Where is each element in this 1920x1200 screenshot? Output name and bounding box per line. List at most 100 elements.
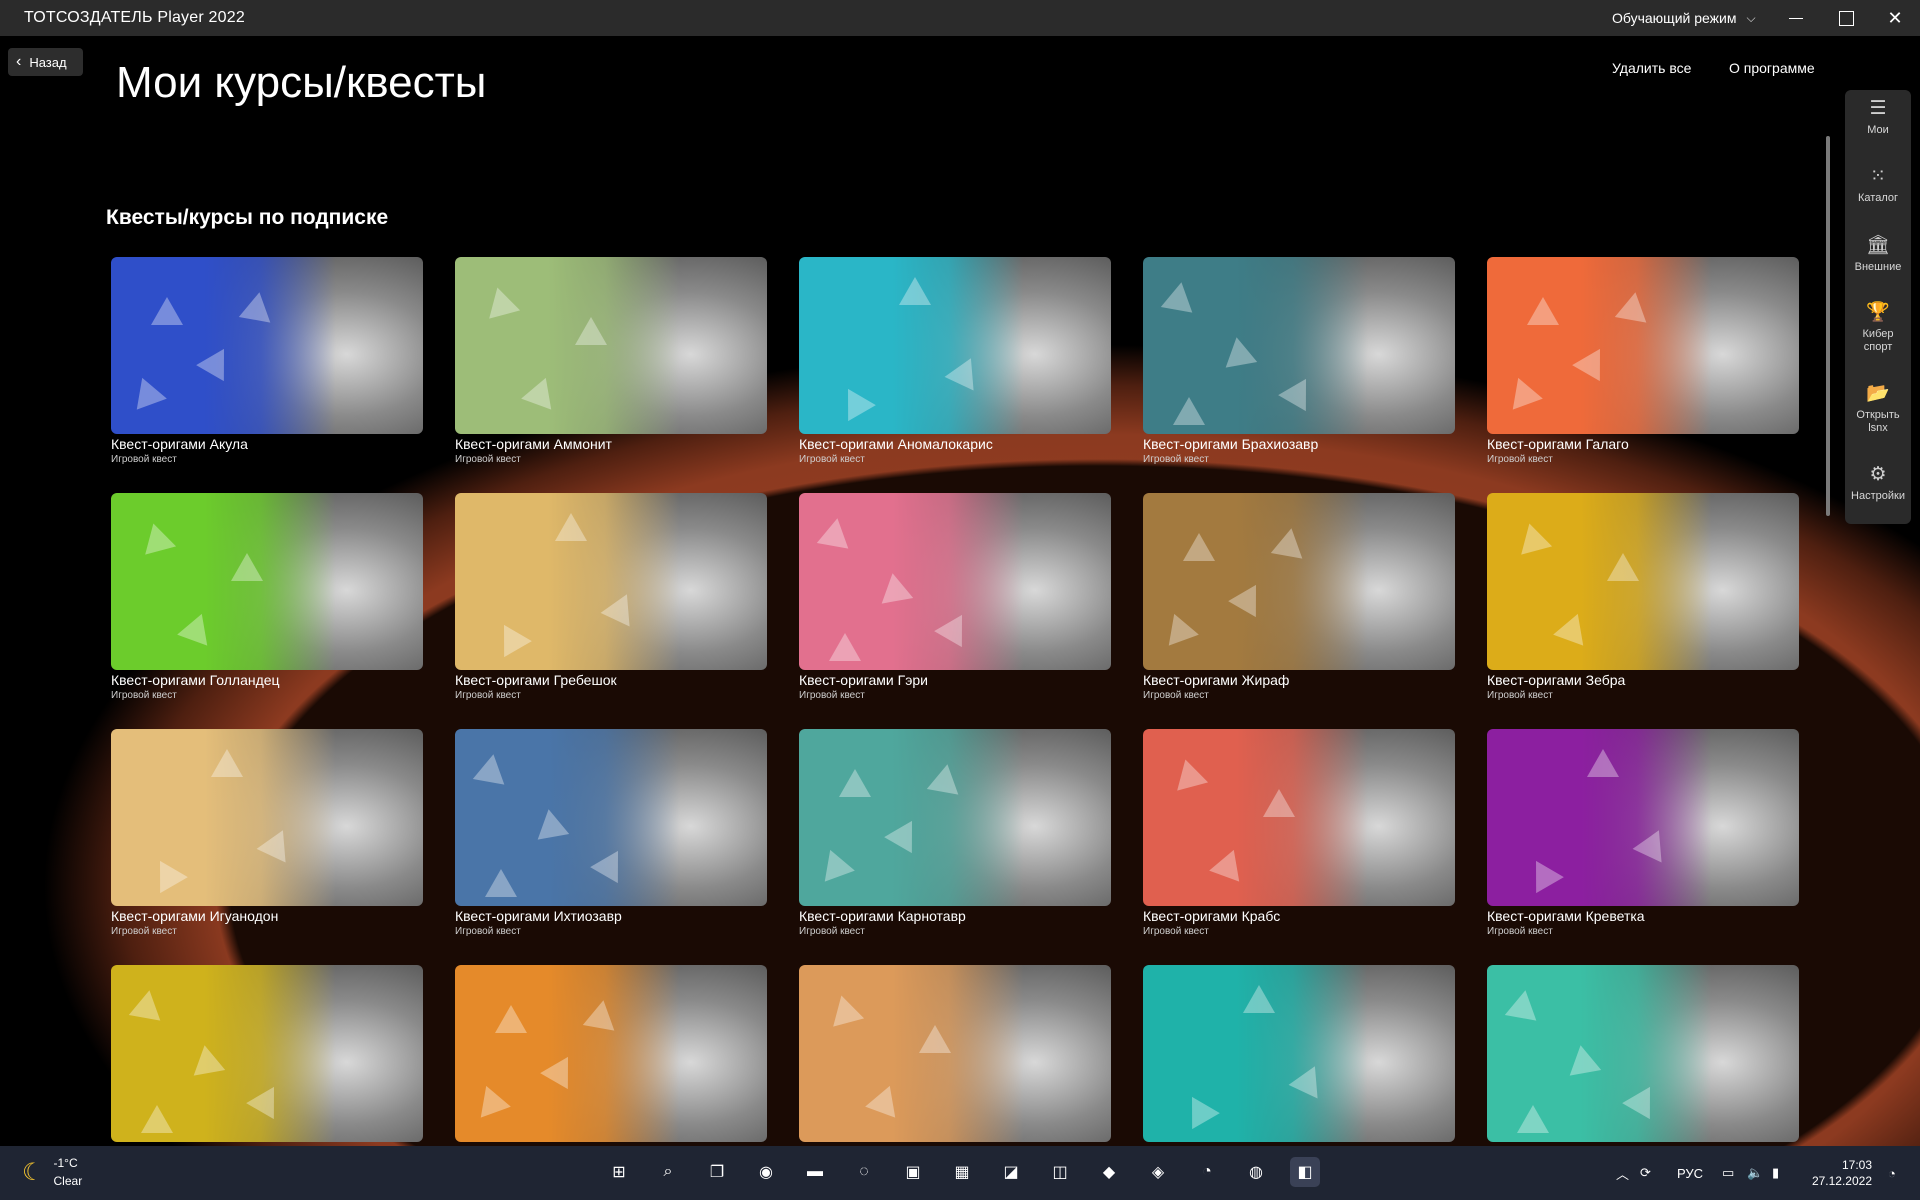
origami-shard <box>188 1042 226 1076</box>
course-thumbnail[interactable] <box>455 493 767 670</box>
course-thumbnail[interactable] <box>455 729 767 906</box>
course-thumbnail[interactable] <box>799 257 1111 434</box>
course-card[interactable]: Квест-оригами Карнотавр Игровой квест <box>799 729 1111 937</box>
weather-widget[interactable]: ☾ -1°C Clear <box>22 1154 82 1190</box>
rail-item-4[interactable]: 📂 Открыть lsnx <box>1845 383 1911 435</box>
app-title: ТОТСОЗДАТЕЛЬ Player 2022 <box>24 9 245 26</box>
course-thumbnail[interactable] <box>1487 965 1799 1142</box>
course-card[interactable]: Квест-оригами Галаго Игровой квест <box>1487 257 1799 465</box>
course-title: Квест-оригами Жираф <box>1143 672 1290 688</box>
course-thumbnail[interactable] <box>1143 965 1455 1142</box>
course-thumbnail[interactable] <box>455 257 767 434</box>
course-thumbnail[interactable] <box>1143 257 1455 434</box>
color-overlay <box>455 257 767 434</box>
maximize-button[interactable] <box>1823 0 1869 36</box>
chat-icon[interactable]: ◉ <box>751 1157 781 1187</box>
office-icon[interactable]: ▣ <box>898 1157 928 1187</box>
app-c-icon[interactable]: ◈ <box>1143 1157 1173 1187</box>
course-card[interactable] <box>111 965 423 1142</box>
section-title: Квесты/курсы по подписке <box>106 206 389 229</box>
edge-icon[interactable]: ◌ <box>849 1157 879 1187</box>
course-card[interactable]: Квест-оригами Гребешок Игровой квест <box>455 493 767 701</box>
course-card[interactable] <box>799 965 1111 1142</box>
sync-icon[interactable]: ⟳ <box>1640 1146 1651 1200</box>
course-card[interactable]: Квест-оригами Крабс Игровой квест <box>1143 729 1455 937</box>
course-thumbnail[interactable] <box>111 493 423 670</box>
delete-all-button[interactable]: Удалить все <box>1612 60 1691 76</box>
origami-shard <box>582 997 620 1031</box>
course-thumbnail[interactable] <box>799 493 1111 670</box>
app-e-icon[interactable]: ◍ <box>1241 1157 1271 1187</box>
volume-icon[interactable]: 🔈 <box>1747 1146 1763 1200</box>
origami-shard <box>1527 297 1559 325</box>
course-card[interactable]: Квест-оригами Аммонит Игровой квест <box>455 257 767 465</box>
course-card[interactable]: Квест-оригами Игуанодон Игровой квест <box>111 729 423 937</box>
minimize-button[interactable] <box>1773 0 1819 36</box>
course-thumbnail[interactable] <box>1487 257 1799 434</box>
rail-item-0[interactable]: ☰ Мои <box>1845 98 1911 137</box>
course-title: Квест-оригами Игуанодон <box>111 908 279 924</box>
origami-shard <box>1263 789 1295 817</box>
show-hidden-icons[interactable]: ︿ <box>1616 1146 1629 1200</box>
course-card[interactable]: Квест-оригами Голландец Игровой квест <box>111 493 423 701</box>
course-card[interactable]: Квест-оригами Брахиозавр Игровой квест <box>1143 257 1455 465</box>
totsozdatel-player-icon[interactable]: ◧ <box>1290 1157 1320 1187</box>
course-card[interactable] <box>455 965 767 1142</box>
course-thumbnail[interactable] <box>1143 493 1455 670</box>
color-overlay <box>455 965 767 1142</box>
notifications-icon[interactable]: ◔ <box>1888 1146 1896 1200</box>
rail-item-label: Каталог <box>1858 192 1898 204</box>
network-icon[interactable]: ▭ <box>1722 1146 1734 1200</box>
app-d-icon[interactable]: ◔ <box>1192 1157 1222 1187</box>
rail-item-3[interactable]: 🏆 Кибер спорт <box>1845 302 1911 354</box>
mode-dropdown[interactable]: Обучающий режим ⌵ <box>1612 0 1756 36</box>
course-title: Квест-оригами Аномалокарис <box>799 436 993 452</box>
course-card[interactable]: Квест-оригами Акула Игровой квест <box>111 257 423 465</box>
search-icon[interactable]: ⌕ <box>653 1157 683 1187</box>
store-icon[interactable]: ▦ <box>947 1157 977 1187</box>
back-label: Назад <box>29 54 67 70</box>
back-button[interactable]: ‹ Назад <box>8 48 83 76</box>
course-thumbnail[interactable] <box>1143 729 1455 906</box>
visual-studio-icon[interactable]: ◆ <box>1094 1157 1124 1187</box>
course-thumbnail[interactable] <box>799 729 1111 906</box>
course-thumbnail[interactable] <box>111 965 423 1142</box>
course-card[interactable]: Квест-оригами Гэри Игровой квест <box>799 493 1111 701</box>
course-card[interactable] <box>1487 965 1799 1142</box>
course-thumbnail[interactable] <box>111 257 423 434</box>
mode-label: Обучающий режим <box>1612 10 1737 26</box>
language-indicator[interactable]: РУС <box>1677 1146 1703 1200</box>
course-thumbnail[interactable] <box>1487 493 1799 670</box>
color-overlay <box>111 493 423 670</box>
course-card[interactable]: Квест-оригами Креветка Игровой квест <box>1487 729 1799 937</box>
course-card[interactable] <box>1143 965 1455 1142</box>
battery-icon[interactable]: ▮ <box>1772 1146 1779 1200</box>
windows-start-icon[interactable]: ⊞ <box>604 1157 634 1187</box>
color-overlay <box>111 257 423 434</box>
rail-item-2[interactable]: 🏛 Внешние <box>1845 235 1911 274</box>
scrollbar[interactable] <box>1826 136 1830 516</box>
course-card[interactable]: Квест-оригами Ихтиозавр Игровой квест <box>455 729 767 937</box>
file-explorer-icon[interactable]: ▬ <box>800 1157 830 1187</box>
course-title: Квест-оригами Зебра <box>1487 672 1626 688</box>
course-thumbnail[interactable] <box>799 965 1111 1142</box>
nav-rail: ☰ Мои ⁙ Каталог 🏛 Внешние 🏆 Кибер спорт 📂 Открыть… <box>1845 90 1911 524</box>
task-view-icon[interactable]: ❐ <box>702 1157 732 1187</box>
app-b-icon[interactable]: ◫ <box>1045 1157 1075 1187</box>
close-button[interactable]: ✕ <box>1872 0 1918 36</box>
weather-condition: Clear <box>53 1174 83 1188</box>
rail-item-1[interactable]: ⁙ Каталог <box>1845 166 1911 205</box>
origami-shard <box>575 317 607 345</box>
app-a-icon[interactable]: ◪ <box>996 1157 1026 1187</box>
about-button[interactable]: О программе <box>1729 60 1815 76</box>
rail-item-5[interactable]: ⚙ Настройки <box>1845 464 1911 503</box>
course-card[interactable]: Квест-оригами Зебра Игровой квест <box>1487 493 1799 701</box>
course-thumbnail[interactable] <box>111 729 423 906</box>
course-type: Игровой квест <box>1143 926 1209 937</box>
course-card[interactable]: Квест-оригами Жираф Игровой квест <box>1143 493 1455 701</box>
course-card[interactable]: Квест-оригами Аномалокарис Игровой квест <box>799 257 1111 465</box>
origami-shard <box>829 633 861 661</box>
clock[interactable]: 17:03 27.12.2022 <box>1808 1157 1872 1189</box>
course-thumbnail[interactable] <box>1487 729 1799 906</box>
course-thumbnail[interactable] <box>455 965 767 1142</box>
